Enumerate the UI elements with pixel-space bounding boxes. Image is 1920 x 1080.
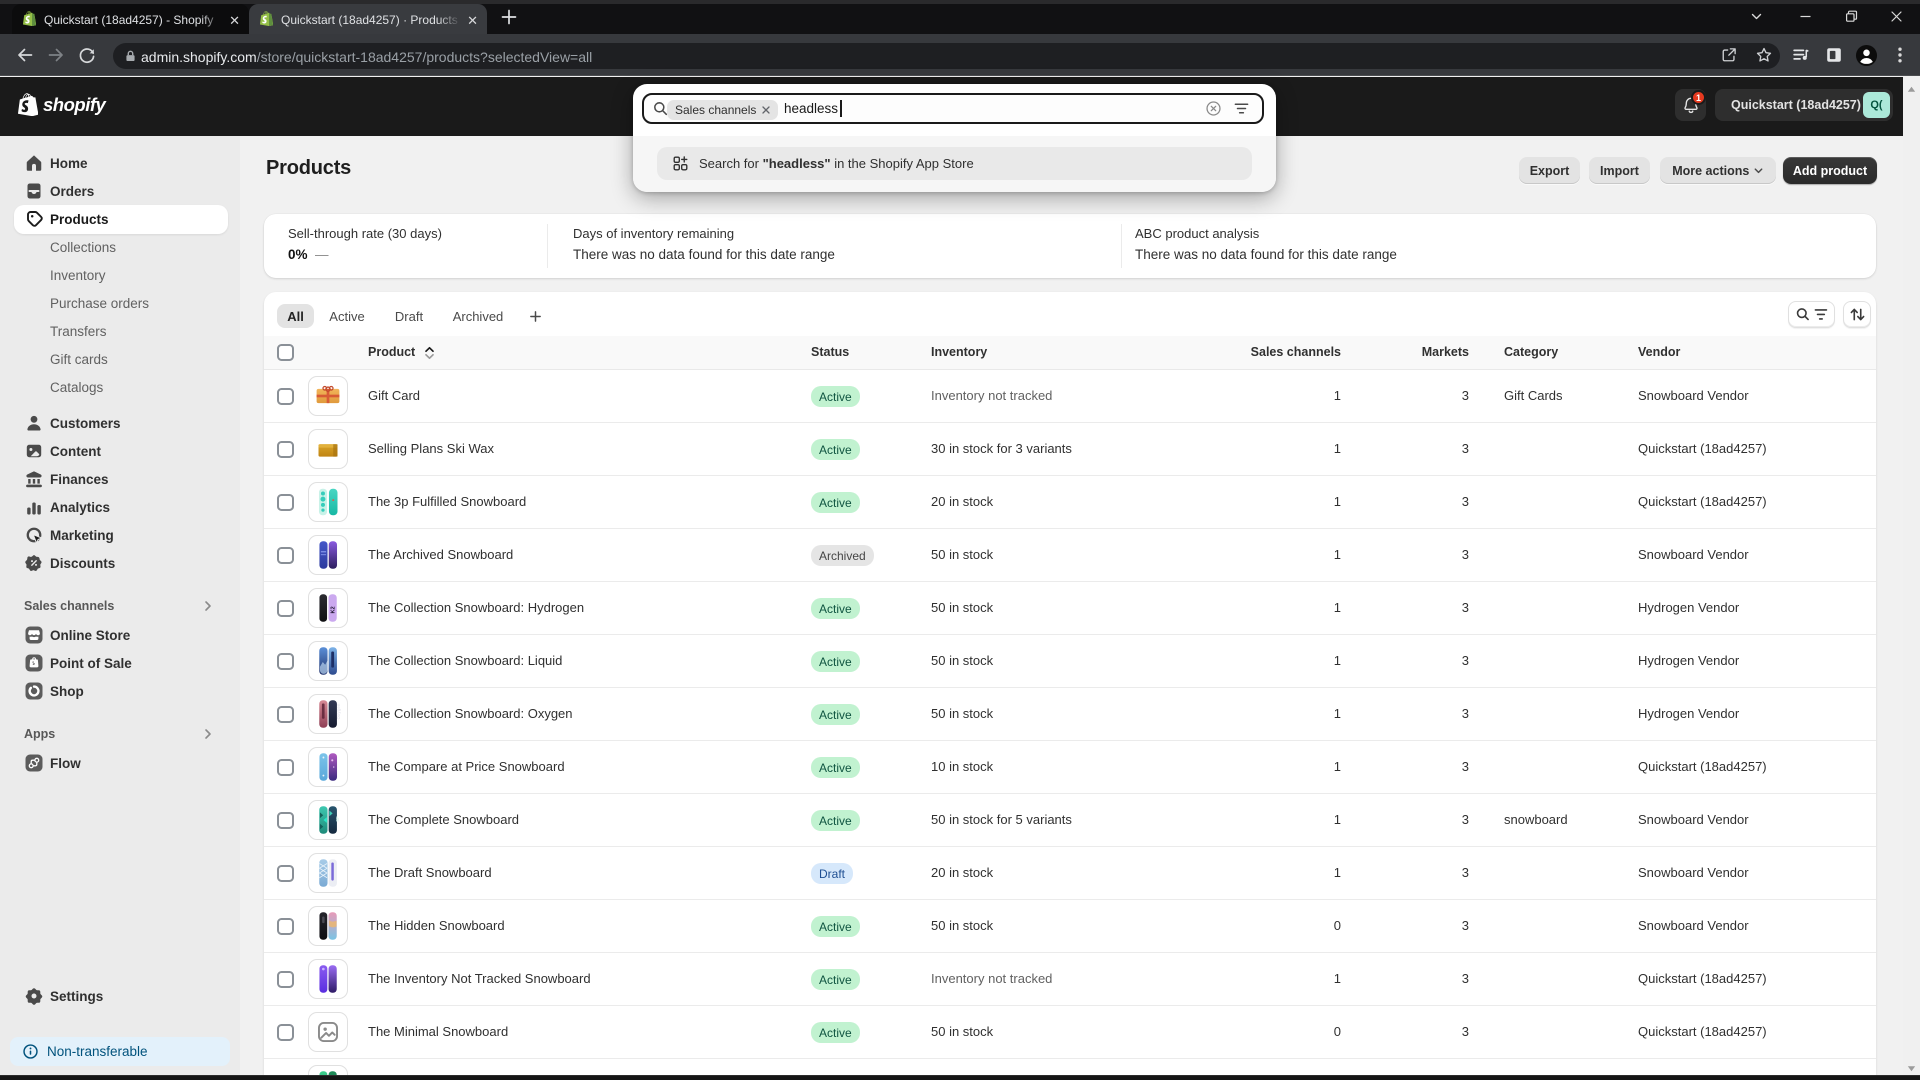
svg-text:SF: SF — [335, 816, 340, 822]
svg-text:Oxygen: Oxygen — [336, 703, 341, 719]
svg-text:K2: K2 — [330, 606, 336, 613]
svg-text:liquid: liquid — [336, 653, 341, 664]
